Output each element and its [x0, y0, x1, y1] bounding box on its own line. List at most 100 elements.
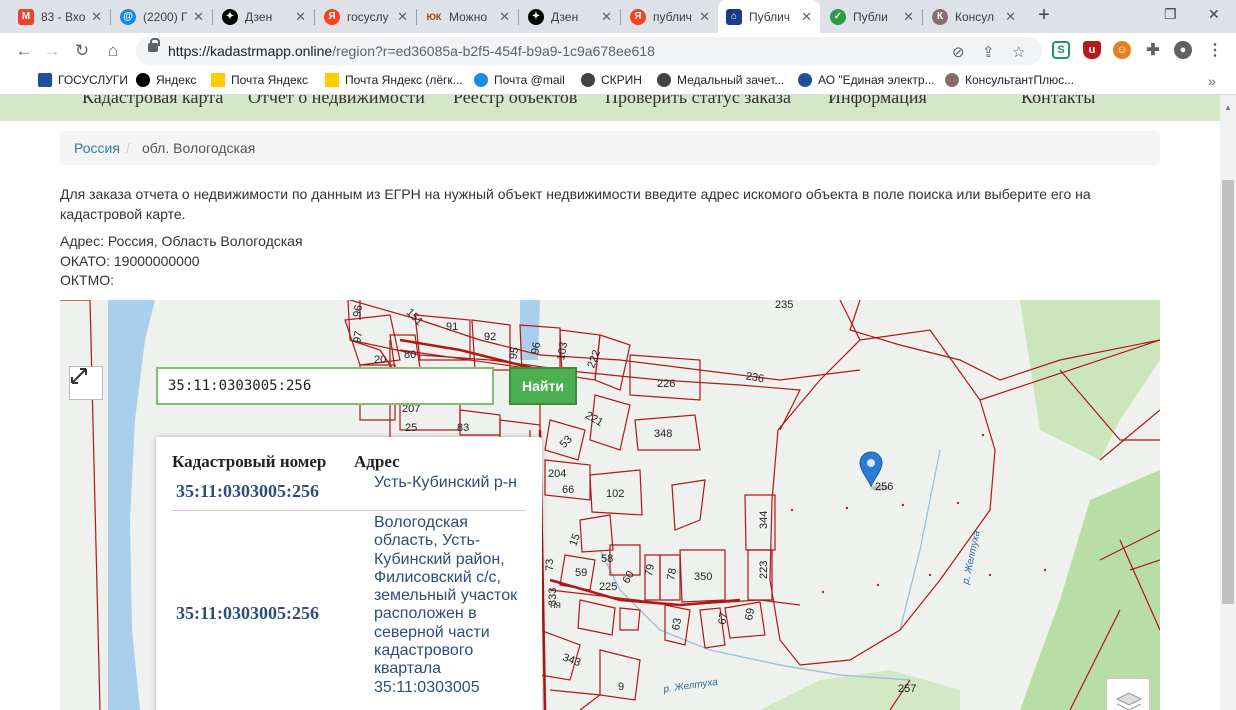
tab-gosuslugi-search[interactable]: Я госуслу ✕: [316, 0, 416, 33]
dzen-icon: ✦: [528, 8, 544, 25]
extension-s-icon[interactable]: S: [1052, 41, 1070, 59]
address-bar[interactable]: https://kadastrmapp.online/region?r=ed36…: [136, 37, 1042, 65]
nav-object-registry[interactable]: Реестр объектов: [453, 95, 577, 108]
result-divider: [172, 510, 526, 511]
bookmark-consultant[interactable]: КонсультантПлюс...: [945, 73, 1074, 87]
share-icon[interactable]: ⇪: [982, 43, 995, 61]
tab-public-search[interactable]: Я публич ✕: [622, 0, 718, 33]
close-icon[interactable]: ✕: [397, 9, 408, 25]
reload-icon[interactable]: ↻: [72, 41, 92, 61]
close-icon[interactable]: ✕: [295, 9, 306, 25]
close-icon[interactable]: ✕: [601, 9, 612, 25]
lock-icon[interactable]: [148, 38, 160, 52]
extension-face-icon[interactable]: ☺: [1113, 41, 1131, 59]
parcel-label: 96: [529, 341, 543, 355]
nav-property-report[interactable]: Отчет о недвижимости: [248, 95, 425, 108]
tab-mozhno[interactable]: ЮК Можно ✕: [418, 0, 518, 33]
tab-label: госуслу: [347, 9, 389, 24]
menu-kebab-icon[interactable]: ⋮: [1206, 41, 1224, 59]
bookmark-pochta-yandex[interactable]: Почта Яндекс: [211, 73, 308, 87]
layers-button[interactable]: [1106, 678, 1150, 710]
tab-dzen-2[interactable]: ✦ Дзен ✕: [520, 0, 620, 33]
close-icon[interactable]: ✕: [91, 9, 102, 25]
nav-cadastral-map[interactable]: Кадастровая карта: [82, 95, 223, 108]
close-icon[interactable]: ✕: [1005, 9, 1016, 25]
bookmark-star-icon[interactable]: ☆: [1012, 43, 1025, 61]
bookmark-medal[interactable]: Медальный зачет...: [657, 73, 784, 87]
parcel-label: 223: [758, 561, 770, 579]
bookmark-pochta-yandex-light[interactable]: Почта Яндекс (лёгк...: [325, 73, 463, 87]
tracking-blocked-icon[interactable]: ⊘: [952, 43, 965, 61]
expand-map-button[interactable]: [69, 366, 103, 400]
profile-icon[interactable]: ●: [1174, 41, 1192, 59]
close-icon[interactable]: ✕: [903, 9, 914, 25]
tab-public-check[interactable]: ✓ Публи ✕: [822, 0, 922, 33]
bookmark-label: АО "Единая электр...: [818, 73, 935, 87]
cadastral-search-input[interactable]: [156, 367, 494, 405]
breadcrumb-russia[interactable]: Россия: [74, 140, 120, 156]
parcel-label: 348: [654, 428, 672, 440]
envelope-icon: [325, 73, 339, 87]
parcel-label: 221: [583, 409, 605, 429]
web-page: Кадастровая карта Отчет о недвижимости Р…: [0, 95, 1220, 710]
bookmark-screen[interactable]: СКРИН: [581, 73, 642, 87]
result-cadastral-number[interactable]: 35:11:0303005:256: [176, 603, 319, 624]
parcel-label: 53: [558, 433, 575, 450]
result-address[interactable]: Вологодская область, Усть-Кубинский райо…: [374, 514, 534, 697]
mail-at-icon: @: [120, 8, 136, 25]
new-tab-button[interactable]: +: [1032, 4, 1056, 28]
parcel-label: 97: [351, 330, 365, 344]
search-button[interactable]: Найти: [509, 367, 577, 405]
close-icon[interactable]: ✕: [699, 9, 710, 25]
parcel-label: 59: [575, 567, 587, 579]
back-icon[interactable]: ←: [14, 41, 34, 61]
url-text[interactable]: https://kadastrmapp.online/region?r=ed36…: [168, 43, 655, 59]
close-window-icon[interactable]: ✕: [1208, 6, 1220, 23]
nav-check-order-status[interactable]: Проверить статус заказа: [605, 95, 791, 108]
tab-mail[interactable]: @ (2200) Г ✕: [112, 0, 212, 33]
parcel-label: 20: [374, 354, 386, 366]
bookmark-ao[interactable]: АО "Единая электр...: [798, 73, 935, 87]
scrollbar-thumb[interactable]: [1222, 180, 1234, 604]
nav-information[interactable]: Информация: [828, 95, 927, 108]
restore-window-icon[interactable]: ❐: [1164, 6, 1177, 23]
parcel-label: 25: [405, 422, 417, 434]
intro-text: Для заказа отчета о недвижимости по данн…: [60, 186, 1091, 222]
cadastral-map[interactable]: 235 96 97 151 91 92 95 96 103 222 20 80 …: [60, 300, 1160, 710]
close-icon[interactable]: ✕: [193, 9, 204, 25]
bookmark-mail[interactable]: Почта @mail: [474, 73, 565, 87]
extensions-puzzle-icon[interactable]: ✚: [1144, 41, 1162, 59]
kadastr-icon: ⌂: [726, 8, 742, 25]
nav-contacts[interactable]: Контакты: [1021, 95, 1095, 108]
close-icon[interactable]: ✕: [499, 9, 510, 25]
forward-icon[interactable]: →: [42, 41, 62, 61]
parcel-label: 225: [599, 581, 617, 593]
tab-consultant[interactable]: К Консул ✕: [924, 0, 1024, 33]
bookmark-gosuslugi[interactable]: ГОСУСЛУГИ: [38, 73, 128, 87]
close-icon[interactable]: ✕: [801, 9, 812, 25]
ublock-icon[interactable]: u: [1083, 41, 1101, 59]
scroll-up-arrow-icon[interactable]: ▲: [1224, 103, 1232, 112]
bookmark-label: Почта Яндекс: [231, 73, 309, 87]
tab-gmail[interactable]: M 83 - Вхо ✕: [10, 0, 110, 33]
tab-label: Дзен: [551, 9, 579, 24]
result-cadastral-number[interactable]: 35:11:0303005:256: [176, 481, 319, 502]
bookmark-label: Почта @mail: [494, 73, 565, 87]
more-bookmarks-icon[interactable]: »: [1208, 73, 1216, 89]
tab-label: Консул: [955, 9, 995, 24]
tab-kadastr-active[interactable]: ⌂ Публич ✕: [718, 0, 820, 33]
tab-label: Публич: [749, 9, 791, 24]
home-icon[interactable]: ⌂: [103, 41, 123, 61]
consultant-icon: К: [932, 8, 948, 25]
parcel-label: 92: [484, 331, 496, 343]
bookmark-yandex[interactable]: Яндекс: [136, 73, 196, 87]
parcel-label: 343: [561, 652, 582, 670]
parcel-label: 204: [548, 468, 566, 480]
dzen-icon: ✦: [222, 8, 238, 25]
column-header-address: Адрес: [354, 452, 400, 471]
parcel-label: 78: [665, 567, 679, 581]
tab-dzen[interactable]: ✦ Дзен ✕: [214, 0, 314, 33]
gosuslugi-icon: [38, 73, 52, 87]
parcel-label: 226: [657, 378, 675, 390]
result-address[interactable]: Усть-Кубинский р-н: [374, 474, 534, 492]
